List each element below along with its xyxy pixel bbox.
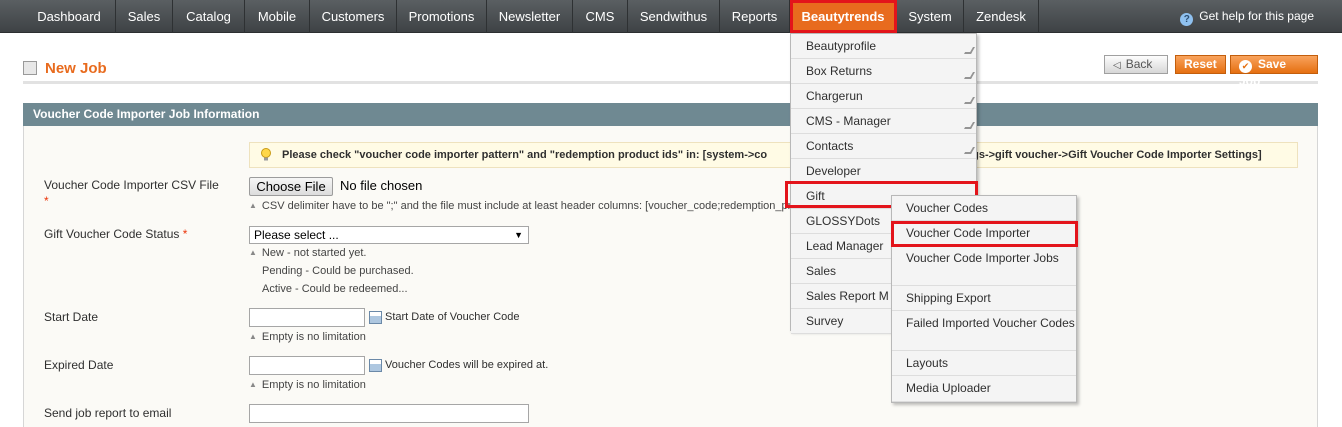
menu-item-survey[interactable]: Survey	[791, 309, 891, 334]
submenu-arrow-icon	[963, 122, 976, 129]
required-marker: *	[44, 194, 49, 208]
submenu-voucher-codes[interactable]: Voucher Codes	[892, 196, 1076, 221]
file-status: No file chosen	[340, 178, 423, 193]
status-hint-active: Active - Could be redeemed...	[262, 283, 408, 295]
menu-item-cms-manager[interactable]: CMS - Manager	[791, 109, 976, 134]
nav-zendesk[interactable]: Zendesk	[964, 0, 1039, 33]
submenu-arrow-icon	[963, 97, 976, 104]
submenu-arrow-icon	[963, 47, 976, 54]
nav-mobile[interactable]: Mobile	[245, 0, 310, 33]
nav-newsletter[interactable]: Newsletter	[487, 0, 573, 33]
nav-sendwithus[interactable]: Sendwithus	[628, 0, 720, 33]
fieldset-body	[23, 126, 1318, 427]
expired-date-note: Voucher Codes will be expired at.	[385, 359, 549, 371]
status-hint-pending: Pending - Could be purchased.	[262, 265, 414, 277]
expired-date-label: Expired Date	[44, 358, 114, 372]
submenu-shipping-export[interactable]: Shipping Export	[892, 286, 1076, 311]
menu-item-glossydots[interactable]: GLOSSYDots	[791, 209, 891, 234]
fieldset-header: Voucher Code Importer Job Information	[23, 103, 1318, 126]
main-navigation: Dashboard Sales Catalog Mobile Customers…	[0, 0, 1342, 33]
submenu-media-uploader[interactable]: Media Uploader	[892, 376, 1076, 402]
header-divider	[23, 81, 1318, 84]
start-date-input[interactable]	[249, 308, 365, 327]
expired-date-hint: ▲ Empty is no limitation	[249, 379, 366, 391]
status-selected-value: Please select ...	[254, 228, 339, 242]
nav-catalog[interactable]: Catalog	[173, 0, 245, 33]
menu-item-sales-report[interactable]: Sales Report M	[791, 284, 891, 309]
nav-customers[interactable]: Customers	[310, 0, 397, 33]
notice-message: Please check "voucher code importer patt…	[249, 142, 1298, 168]
nav-dashboard[interactable]: Dashboard	[23, 0, 116, 33]
submenu-arrow-icon	[963, 147, 976, 154]
help-label: Get help for this page	[1199, 9, 1314, 23]
menu-item-chargerun[interactable]: Chargerun	[791, 84, 976, 109]
voucher-code-importer-highlight-box	[891, 221, 1078, 247]
status-hint-new: ▲ New - not started yet.	[249, 247, 367, 259]
notice-text-end: gs->gift voucher->Gift Voucher Code Impo…	[972, 149, 1262, 161]
nav-sales[interactable]: Sales	[116, 0, 173, 33]
nav-reports[interactable]: Reports	[720, 0, 790, 33]
report-email-label: Send job report to email	[44, 406, 172, 420]
report-email-input[interactable]	[249, 404, 529, 423]
help-icon: ?	[1180, 13, 1194, 26]
back-button[interactable]: ◁ Back	[1104, 55, 1168, 74]
nav-system[interactable]: System	[897, 0, 964, 33]
hint-arrow-icon: ▲	[249, 332, 257, 341]
calendar-icon[interactable]	[369, 311, 382, 324]
reset-button[interactable]: Reset	[1175, 55, 1226, 74]
start-date-note: Start Date of Voucher Code	[385, 311, 520, 323]
submenu-voucher-code-importer-jobs[interactable]: Voucher Code Importer Jobs	[892, 246, 1076, 286]
nav-beautytrends[interactable]: Beautytrends	[790, 0, 897, 33]
start-date-label: Start Date	[44, 310, 99, 324]
hint-arrow-icon: ▲	[249, 248, 257, 257]
csv-file-label: Voucher Code Importer CSV File	[44, 178, 219, 192]
hint-arrow-icon: ▲	[249, 201, 257, 210]
nav-cms[interactable]: CMS	[573, 0, 628, 33]
nav-promotions[interactable]: Promotions	[397, 0, 487, 33]
page-head-icon	[23, 61, 37, 75]
back-arrow-icon: ◁	[1113, 60, 1121, 71]
submenu-arrow-icon	[963, 72, 976, 79]
csv-hint: ▲ CSV delimiter have to be ";" and the fi…	[249, 200, 798, 212]
page-title: New Job	[45, 60, 107, 77]
help-link[interactable]: ? Get help for this page	[1180, 0, 1314, 33]
calendar-icon[interactable]	[369, 359, 382, 372]
submenu-layouts[interactable]: Layouts	[892, 351, 1076, 376]
back-label: Back	[1125, 57, 1153, 71]
menu-item-beautyprofile[interactable]: Beautyprofile	[791, 34, 976, 59]
status-select[interactable]: Please select ... ▼	[249, 226, 529, 244]
menu-item-contacts[interactable]: Contacts	[791, 134, 976, 159]
choose-file-button[interactable]: Choose File	[249, 177, 333, 196]
submenu-failed-imported-voucher-codes[interactable]: Failed Imported Voucher Codes	[892, 311, 1076, 351]
lightbulb-icon	[261, 148, 271, 161]
menu-item-lead-manager[interactable]: Lead Manager	[791, 234, 891, 259]
notice-text-start: Please check "voucher code importer patt…	[282, 149, 768, 161]
checkmark-icon: ✔	[1239, 60, 1252, 73]
save-job-button[interactable]: ✔ Save Job	[1230, 55, 1318, 88]
expired-date-input[interactable]	[249, 356, 365, 375]
hint-arrow-icon: ▲	[249, 380, 257, 389]
menu-item-box-returns[interactable]: Box Returns	[791, 59, 976, 84]
menu-item-sales[interactable]: Sales	[791, 259, 891, 284]
status-label: Gift Voucher Code Status *	[44, 227, 188, 241]
chevron-down-icon: ▼	[514, 230, 523, 240]
start-date-hint: ▲ Empty is no limitation	[249, 331, 366, 343]
